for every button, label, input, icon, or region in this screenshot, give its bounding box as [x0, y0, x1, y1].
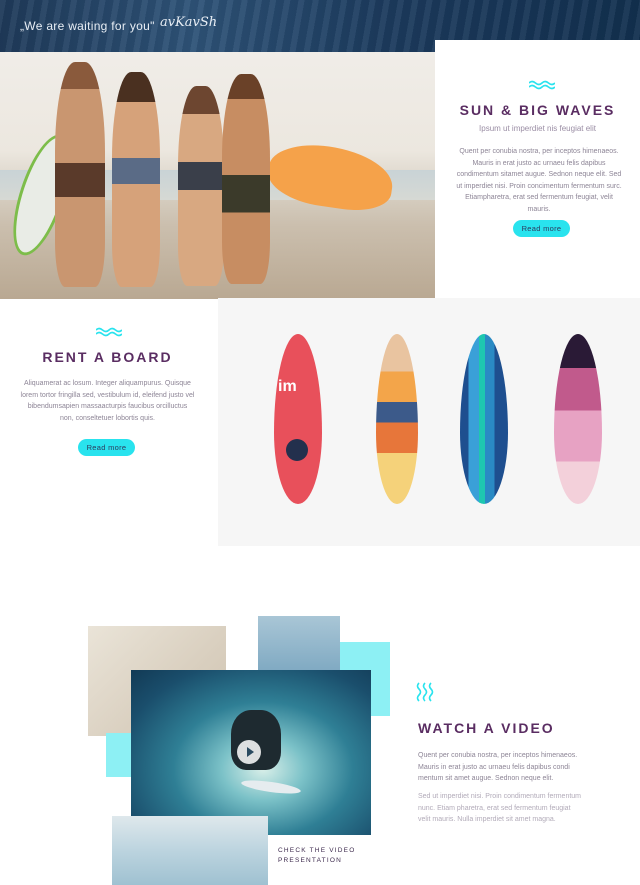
surfboards-showcase: im — [218, 298, 640, 546]
sun-subtitle: Ipsum ut imperdiet nis feugiat elit — [479, 124, 596, 133]
person-2 — [112, 72, 160, 287]
waves-vertical-icon — [416, 682, 434, 702]
signature-logo: avKavSh — [160, 15, 218, 30]
sun-waves-card: SUN & BIG WAVES Ipsum ut imperdiet nis f… — [435, 40, 640, 299]
sun-read-more-button[interactable]: Read more — [513, 220, 570, 237]
tagline: „We are waiting for you" — [20, 19, 155, 33]
video-body-2: Sed ut imperdiet nisi. Proin condimentum… — [418, 793, 582, 823]
sun-title: SUN & BIG WAVES — [459, 102, 616, 118]
video-thumbnail[interactable] — [131, 670, 371, 835]
surfboard-illustrated[interactable] — [376, 334, 418, 504]
person-4 — [222, 74, 270, 284]
surfboard-portrait[interactable] — [554, 334, 602, 504]
video-caption[interactable]: CHECK THE VIDEO PRESENTATION — [278, 846, 358, 866]
rent-read-more-button[interactable]: Read more — [78, 439, 135, 456]
surfboard-red[interactable]: im — [274, 334, 322, 504]
hero-photo — [0, 52, 435, 299]
rent-title: RENT A BOARD — [42, 349, 173, 365]
wave-icon — [96, 327, 122, 337]
cyan-block-left — [106, 733, 132, 777]
sun-body: Quent per conubia nostra, per inceptos h… — [456, 148, 622, 213]
surfboard-stripes[interactable] — [460, 334, 508, 504]
surfer-board — [240, 777, 302, 797]
wave-photo-top — [258, 616, 340, 672]
video-title: WATCH A VIDEO — [418, 720, 555, 736]
orange-surfboard — [264, 138, 397, 216]
surfer-photo-bottom — [112, 816, 268, 885]
person-3 — [178, 86, 224, 286]
person-1 — [55, 62, 105, 287]
rent-body: Aliquamerat ac losum. Integer aliquampur… — [20, 380, 195, 422]
video-body-1: Quent per conubia nostra, per inceptos h… — [418, 752, 578, 782]
wave-icon — [529, 80, 555, 90]
play-icon[interactable] — [237, 740, 261, 764]
